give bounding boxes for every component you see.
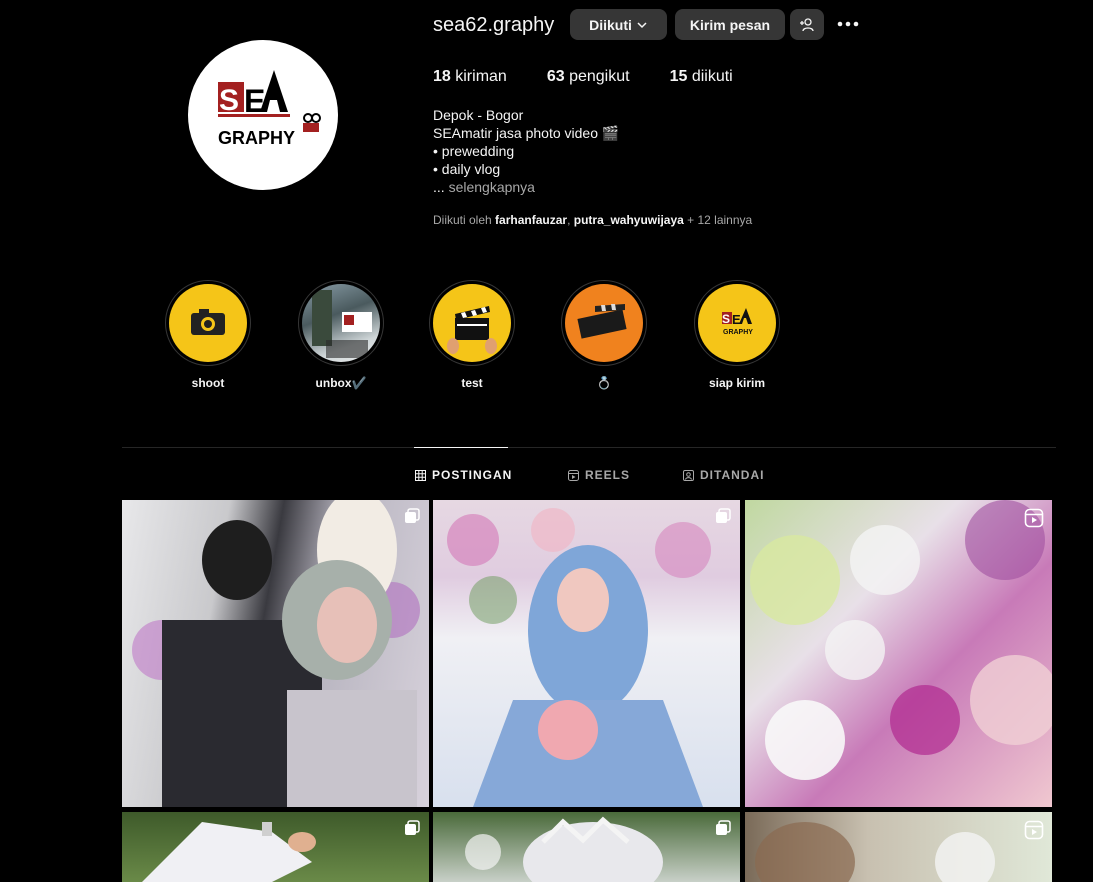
tagged-icon xyxy=(683,469,694,481)
svg-text:S: S xyxy=(219,84,239,117)
following-count[interactable]: 15 diikuti xyxy=(670,68,733,86)
followers-count[interactable]: 63 pengikut xyxy=(547,68,630,86)
camera-icon xyxy=(191,309,225,335)
posts-count: 18 kiriman xyxy=(433,68,507,86)
post-photo xyxy=(142,822,316,882)
carousel-icon xyxy=(716,508,731,523)
svg-text:E: E xyxy=(732,312,741,327)
highlight-siap-kirim[interactable]: S E GRAPHY siap kirim xyxy=(694,280,780,390)
followed-by-suffix: + 12 lainnya xyxy=(687,213,753,227)
highlight-label: shoot xyxy=(191,376,225,390)
followed-by-user: farhanfauzar xyxy=(495,213,568,227)
svg-text:GRAPHY: GRAPHY xyxy=(218,128,295,148)
highlight-cover xyxy=(169,284,247,362)
reels-icon xyxy=(1024,508,1044,528)
bio-line: Depok - Bogor xyxy=(433,107,524,123)
post-photo xyxy=(750,500,1052,780)
following-count-label: diikuti xyxy=(691,68,733,85)
bio-more-link[interactable]: ... selengkapnya xyxy=(433,178,619,196)
highlight-cover xyxy=(565,284,643,362)
post-tile[interactable] xyxy=(745,812,1052,882)
tabs-divider xyxy=(122,447,1056,448)
followers-count-value: 63 xyxy=(546,68,565,85)
posts-count-value: 18 xyxy=(433,68,451,85)
tab-label: DITANDAI xyxy=(700,468,765,482)
highlight-shoot[interactable]: shoot xyxy=(165,280,251,390)
more-dots-icon xyxy=(837,21,859,27)
grid-icon xyxy=(415,469,426,481)
tab-label: POSTINGAN xyxy=(432,468,513,482)
active-tab-indicator xyxy=(414,447,508,448)
bio-line: • prewedding xyxy=(433,143,515,159)
add-person-icon xyxy=(800,17,814,31)
followed-by-separator: , xyxy=(567,213,571,227)
bio-line: SEAmatir jasa photo video 🎬 xyxy=(433,125,620,141)
profile-avatar[interactable]: S E GRAPHY xyxy=(188,40,338,190)
send-message-button[interactable]: Kirim pesan xyxy=(675,9,785,40)
carousel-icon xyxy=(405,508,420,523)
following-button-label: Diikuti xyxy=(589,16,632,33)
tab-posts[interactable]: POSTINGAN xyxy=(415,468,512,482)
post-tile[interactable] xyxy=(745,500,1052,807)
suggest-people-button[interactable] xyxy=(790,9,824,40)
post-photo xyxy=(465,816,663,882)
send-message-label: Kirim pesan xyxy=(689,16,771,33)
post-tile[interactable] xyxy=(122,500,429,807)
highlight-unbox[interactable]: unbox✔️ xyxy=(298,280,384,390)
tab-tagged[interactable]: DITANDAI xyxy=(683,468,764,482)
highlight-cover xyxy=(302,284,380,362)
following-button[interactable]: Diikuti xyxy=(570,9,667,40)
highlight-label: 💍 xyxy=(596,376,612,390)
profile-username: sea62.graphy xyxy=(433,14,555,36)
carousel-icon xyxy=(716,820,731,835)
following-count-value: 15 xyxy=(669,68,688,85)
post-photo xyxy=(447,508,711,807)
svg-text:S: S xyxy=(722,312,730,326)
tab-label: REELS xyxy=(585,468,631,482)
highlight-ring[interactable]: 💍 xyxy=(561,280,647,390)
seagraphy-logo: S E GRAPHY xyxy=(218,70,321,148)
posts-count-label: kiriman xyxy=(455,68,507,85)
photo-thumbnail xyxy=(312,290,372,358)
highlight-label: unbox✔️ xyxy=(315,376,367,390)
followed-by-prefix: Diikuti oleh xyxy=(433,213,492,227)
chevron-down-icon xyxy=(637,21,647,28)
clapperboard-icon xyxy=(577,304,627,339)
post-tile[interactable] xyxy=(122,812,429,882)
clapperboard-icon xyxy=(447,306,497,354)
highlight-cover: S E GRAPHY xyxy=(698,284,776,362)
reels-icon xyxy=(568,469,579,481)
logo-icon: S E GRAPHY xyxy=(722,308,753,336)
profile-bio: Depok - Bogor SEAmatir jasa photo video … xyxy=(433,106,619,196)
post-photo xyxy=(755,822,995,882)
carousel-icon xyxy=(405,820,420,835)
post-tile[interactable] xyxy=(433,812,740,882)
post-tile[interactable] xyxy=(433,500,740,807)
post-photo xyxy=(132,500,420,807)
tab-reels[interactable]: REELS xyxy=(568,468,630,482)
svg-text:E: E xyxy=(244,83,265,119)
bio-line: • daily vlog xyxy=(433,161,501,177)
bio-more-label: selengkapnya xyxy=(448,179,535,195)
more-options-button[interactable] xyxy=(836,12,860,36)
profile-stats: 18 kiriman 63 pengikut 15 diikuti xyxy=(433,68,773,86)
followed-by-user: putra_wahyuwijaya xyxy=(573,213,684,227)
bio-more-prefix: ... xyxy=(433,179,445,195)
reels-icon xyxy=(1024,820,1044,840)
followed-by[interactable]: Diikuti oleh farhanfauzar, putra_wahyuwi… xyxy=(433,213,752,227)
followers-count-label: pengikut xyxy=(569,68,630,85)
highlight-label: siap kirim xyxy=(708,376,766,390)
highlight-cover xyxy=(433,284,511,362)
svg-text:GRAPHY: GRAPHY xyxy=(723,329,753,336)
highlight-test[interactable]: test xyxy=(429,280,515,390)
highlight-label: test xyxy=(461,376,483,390)
